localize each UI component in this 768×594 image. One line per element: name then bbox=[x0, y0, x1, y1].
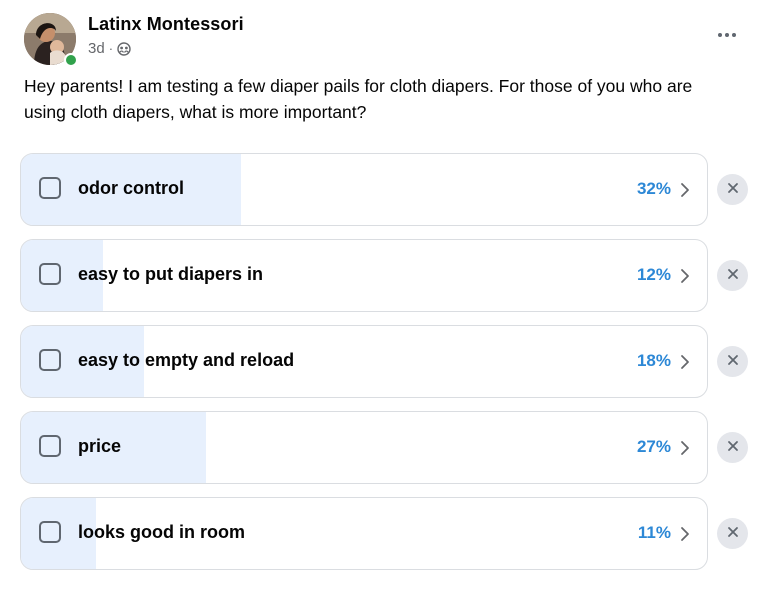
poll-option-checkbox[interactable] bbox=[39, 435, 61, 457]
poll-option-row: odor control 32% bbox=[20, 153, 750, 228]
close-icon bbox=[727, 439, 739, 457]
author-name[interactable]: Latinx Montessori bbox=[88, 14, 244, 35]
post-header: Latinx Montessori 3d · bbox=[24, 13, 744, 69]
remove-option-button[interactable] bbox=[717, 260, 748, 291]
chevron-right-icon[interactable] bbox=[679, 354, 691, 370]
group-audience-icon bbox=[117, 41, 131, 56]
poll-option[interactable]: looks good in room 11% bbox=[20, 497, 708, 570]
poll-post: Latinx Montessori 3d · Hey parents! I am… bbox=[0, 0, 768, 594]
poll-option-row: easy to put diapers in 12% bbox=[20, 239, 750, 314]
poll-option[interactable]: easy to put diapers in 12% bbox=[20, 239, 708, 312]
remove-option-button[interactable] bbox=[717, 432, 748, 463]
chevron-right-icon[interactable] bbox=[679, 526, 691, 542]
post-meta: 3d · bbox=[88, 40, 131, 57]
poll-option-percent[interactable]: 12% bbox=[637, 265, 671, 285]
chevron-right-icon[interactable] bbox=[679, 182, 691, 198]
chevron-right-icon[interactable] bbox=[679, 268, 691, 284]
close-icon bbox=[727, 267, 739, 285]
poll-option[interactable]: odor control 32% bbox=[20, 153, 708, 226]
poll-option-checkbox[interactable] bbox=[39, 349, 61, 371]
chevron-right-icon[interactable] bbox=[679, 440, 691, 456]
avatar[interactable] bbox=[24, 13, 78, 67]
meta-separator: · bbox=[108, 41, 114, 56]
poll-option-row: price 27% bbox=[20, 411, 750, 486]
poll-option-percent[interactable]: 11% bbox=[638, 523, 671, 543]
more-options-icon[interactable] bbox=[712, 25, 742, 45]
poll-option-label: price bbox=[78, 436, 122, 456]
close-icon bbox=[727, 181, 739, 199]
poll-option-row: easy to empty and reload 18% bbox=[20, 325, 750, 400]
remove-option-button[interactable] bbox=[717, 346, 748, 377]
poll-option-label: easy to empty and reload bbox=[78, 350, 295, 370]
poll-options: odor control 32% easy to put diapers in 12%… bbox=[20, 153, 750, 583]
online-status-dot bbox=[64, 53, 78, 67]
poll-option-checkbox[interactable] bbox=[39, 263, 61, 285]
poll-option[interactable]: easy to empty and reload 18% bbox=[20, 325, 708, 398]
poll-option-row: looks good in room 11% bbox=[20, 497, 750, 572]
poll-option-percent[interactable]: 32% bbox=[637, 179, 671, 199]
poll-option-checkbox[interactable] bbox=[39, 177, 61, 199]
poll-option-label: odor control bbox=[78, 178, 184, 198]
close-icon bbox=[727, 353, 739, 371]
poll-option-percent[interactable]: 18% bbox=[637, 351, 671, 371]
poll-option-label: looks good in room bbox=[78, 522, 245, 542]
poll-option-label: easy to put diapers in bbox=[78, 264, 264, 284]
poll-option-percent[interactable]: 27% bbox=[637, 437, 671, 457]
remove-option-button[interactable] bbox=[717, 518, 748, 549]
poll-option-checkbox[interactable] bbox=[39, 521, 61, 543]
remove-option-button[interactable] bbox=[717, 174, 748, 205]
post-timestamp[interactable]: 3d bbox=[88, 40, 105, 57]
close-icon bbox=[727, 525, 739, 543]
post-text: Hey parents! I am testing a few diaper p… bbox=[24, 76, 693, 122]
poll-option[interactable]: price 27% bbox=[20, 411, 708, 484]
